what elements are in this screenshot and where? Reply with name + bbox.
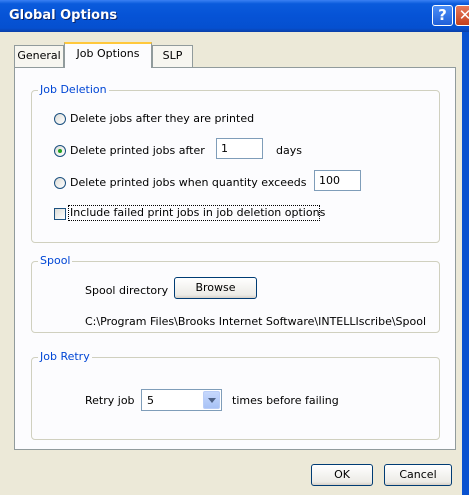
browse-button[interactable]: Browse [174,277,257,299]
spool-group: Spool Spool directory Browse C:\Program … [31,254,440,333]
window-border [462,32,469,495]
ok-button[interactable]: OK [311,464,373,486]
spool-path: C:\Program Files\Brooks Internet Softwar… [85,315,427,328]
help-button[interactable]: ? [432,5,453,26]
radio-delete-quantity[interactable] [54,177,66,189]
retry-job-label: Retry job [85,394,135,407]
window-title: Global Options [9,8,118,23]
include-failed-checkbox[interactable] [54,208,66,220]
days-unit-label: days [276,144,302,157]
retry-count-value: 5 [147,394,154,407]
label-delete-after-printed: Delete jobs after they are printed [70,112,255,125]
retry-count-select[interactable]: 5 [141,389,222,411]
days-input[interactable] [216,138,263,159]
retry-suffix-label: times before failing [232,394,339,407]
cancel-button[interactable]: Cancel [384,464,452,486]
tab-general[interactable]: General [14,45,64,67]
tab-panel-job-options: Job Deletion Delete jobs after they are … [14,67,456,450]
spool-legend: Spool [38,254,73,267]
label-include-failed: Include failed print jobs in job deletio… [70,206,326,219]
job-retry-group: Job Retry Retry job 5 times before faili… [31,350,440,440]
chevron-down-icon[interactable] [203,391,220,409]
radio-delete-after-days[interactable] [54,145,66,157]
tab-job-options[interactable]: Job Options [64,42,152,68]
tab-slp[interactable]: SLP [152,45,193,67]
job-deletion-group: Job Deletion Delete jobs after they are … [31,83,440,243]
close-button[interactable]: ✕ [455,5,469,26]
radio-delete-after-printed[interactable] [54,113,66,125]
job-retry-legend: Job Retry [38,350,92,363]
job-deletion-legend: Job Deletion [38,83,109,96]
title-bar: Global Options ? ✕ [0,0,469,32]
spool-directory-label: Spool directory [85,284,169,297]
label-delete-quantity: Delete printed jobs when quantity exceed… [70,176,307,189]
quantity-input[interactable] [314,170,361,191]
label-delete-after-days: Delete printed jobs after [70,144,205,157]
